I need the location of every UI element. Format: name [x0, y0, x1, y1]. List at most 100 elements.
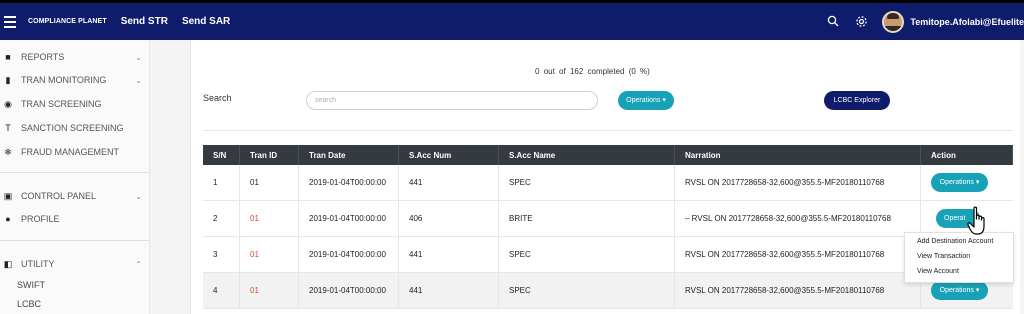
sidebar-item-tran-monitoring[interactable]: ▮ TRAN MONITORING ⌄: [0, 75, 150, 85]
operations-dropdown-menu: Add Destination Account View Transaction…: [904, 232, 1014, 283]
search-icon[interactable]: [826, 15, 840, 29]
transactions-table: S/N Tran ID Tran Date S.Acc Num S.Acc Na…: [203, 145, 1013, 309]
sidebar-item-label: CONTROL PANEL: [21, 191, 97, 201]
cell-narration: RVSL ON 2017728658-32,600@355.5-MF201801…: [675, 273, 921, 308]
out-of-text: out of: [543, 67, 566, 76]
completed-text: completed: [587, 67, 625, 76]
table-header: S/N Tran ID Tran Date S.Acc Num S.Acc Na…: [203, 145, 1013, 165]
header-sn[interactable]: S/N: [203, 145, 240, 165]
snowflake-icon: ❄: [4, 147, 12, 157]
briefcase-icon: ■: [5, 52, 11, 62]
search-label: Search: [203, 93, 232, 103]
sidebar-item-reports[interactable]: ■ REPORTS ⌄: [0, 52, 150, 62]
table-row: 2 01 2019-01-04T00:00:00 406 BRITE – RVS…: [203, 201, 1013, 237]
chart-box-icon: ▣: [3, 191, 13, 201]
sidebar-item-label: TRAN SCREENING: [21, 99, 102, 109]
username[interactable]: Temitope.Afolabi@Efuelite: [910, 17, 1024, 27]
sidebar-item-fraud-management[interactable]: ❄ FRAUD MANAGEMENT: [0, 147, 150, 157]
user-icon: ●: [5, 214, 11, 224]
hand-cursor-icon: [967, 206, 985, 235]
lcbc-explorer-button[interactable]: LCBC Explorer: [824, 91, 890, 110]
menu-item-view-account[interactable]: View Account: [917, 268, 959, 275]
cell-tran-id: 01: [240, 165, 299, 200]
row-operations-button[interactable]: Operations ▾: [931, 281, 988, 300]
operations-button[interactable]: Operations ▾: [618, 91, 674, 110]
cell-acc-name: SPEC: [499, 237, 675, 272]
sidebar-item-label: SANCTION SCREENING: [21, 123, 124, 133]
completed-count: 0: [535, 67, 540, 76]
cell-sn: 4: [203, 273, 240, 308]
sidebar-item-label: FRAUD MANAGEMENT: [21, 147, 120, 157]
hamburger-icon[interactable]: [4, 15, 16, 28]
sidebar-item-sanction-screening[interactable]: T SANCTION SCREENING: [0, 123, 150, 133]
cell-tran-id: 01: [240, 273, 299, 308]
sidebar-item-label: PROFILE: [21, 214, 60, 224]
avatar[interactable]: [882, 10, 905, 33]
top-navbar: COMPLIANCE PLANET Send STR Send SAR Temi…: [0, 0, 1024, 40]
sidebar-divider: [0, 240, 150, 241]
sidebar-subitem-swift[interactable]: SWIFT: [17, 280, 45, 290]
progress-status: 0 out of 162 completed (0 %): [535, 67, 650, 76]
sidebar-subitem-lcbc[interactable]: LCBC: [17, 299, 41, 309]
cell-sn: 1: [203, 165, 240, 200]
sidebar-item-label: TRAN MONITORING: [21, 75, 107, 85]
topbar-right: Temitope.Afolabi@Efuelite: [826, 3, 1024, 40]
completed-percent: (0 %): [628, 67, 650, 76]
brand-logo[interactable]: COMPLIANCE PLANET: [28, 18, 107, 25]
chevron-down-icon: ⌄: [135, 75, 142, 85]
cell-sn: 3: [203, 237, 240, 272]
nav-send-sar[interactable]: Send SAR: [182, 16, 230, 27]
sidebar-item-tran-screening[interactable]: ◉ TRAN SCREENING: [0, 99, 150, 109]
divider: [203, 130, 1013, 131]
table-row: 4 01 2019-01-04T00:00:00 441 SPEC RVSL O…: [203, 273, 1013, 309]
chevron-down-icon: ⌄: [135, 52, 142, 62]
cell-narration: RVSL ON 2017728658-32,600@355.5-MF201801…: [675, 165, 921, 200]
menu-item-add-destination-account[interactable]: Add Destination Account: [917, 238, 993, 245]
columns-icon: ◧: [3, 259, 13, 269]
cell-acc-num: 441: [399, 165, 499, 200]
table-row: 3 01 2019-01-04T00:00:00 441 SPEC RVSL O…: [203, 237, 1013, 273]
nav-send-str[interactable]: Send STR: [121, 16, 168, 27]
cell-acc-name: SPEC: [499, 273, 675, 308]
cell-tran-date: 2019-01-04T00:00:00: [299, 237, 399, 272]
cell-narration: RVSL ON 2017728658-32,600@355.5-MF201801…: [675, 237, 921, 272]
cell-acc-num: 441: [399, 237, 499, 272]
header-tran-id[interactable]: Tran ID: [240, 145, 299, 165]
sidebar-item-label: REPORTS: [21, 52, 65, 62]
gavel-icon: T: [5, 123, 11, 133]
header-tran-date[interactable]: Tran Date: [299, 145, 399, 165]
globe-icon: ◉: [4, 99, 12, 109]
cell-acc-num: 441: [399, 273, 499, 308]
cell-action: Operations ▾: [921, 165, 1013, 200]
chevron-down-icon: ⌄: [135, 191, 142, 201]
header-action: Action: [921, 145, 1013, 165]
cell-tran-date: 2019-01-04T00:00:00: [299, 165, 399, 200]
menu-item-view-transaction[interactable]: View Transaction: [917, 253, 970, 260]
sidebar-item-control-panel[interactable]: ▣ CONTROL PANEL ⌄: [0, 191, 150, 201]
cell-acc-num: 406: [399, 201, 499, 236]
header-acc-num[interactable]: S.Acc Num: [399, 145, 499, 165]
cell-narration: – RVSL ON 2017728658-32,600@355.5-MF2018…: [675, 201, 921, 236]
total-count: 162: [569, 67, 584, 76]
header-acc-name[interactable]: S.Acc Name: [499, 145, 675, 165]
cell-acc-name: BRITE: [499, 201, 675, 236]
cell-sn: 2: [203, 201, 240, 236]
header-narration[interactable]: Narration: [675, 145, 921, 165]
cell-tran-id: 01: [240, 201, 299, 236]
search-input[interactable]: search: [306, 91, 598, 110]
row-operations-button[interactable]: Operations ▾: [931, 173, 988, 192]
chevron-up-icon: ⌃: [135, 259, 142, 269]
sidebar-item-label: UTILITY: [21, 259, 55, 269]
cell-tran-date: 2019-01-04T00:00:00: [299, 273, 399, 308]
main-panel: 0 out of 162 completed (0 %) Search sear…: [190, 40, 1020, 314]
table-row: 1 01 2019-01-04T00:00:00 441 SPEC RVSL O…: [203, 165, 1013, 201]
cell-tran-id: 01: [240, 237, 299, 272]
sidebar-divider: [0, 172, 150, 173]
bar-chart-icon: ▮: [5, 75, 11, 85]
sidebar-item-utility[interactable]: ◧ UTILITY ⌃: [0, 259, 150, 269]
cell-acc-name: SPEC: [499, 165, 675, 200]
sidebar-item-profile[interactable]: ● PROFILE: [0, 214, 150, 224]
cell-tran-date: 2019-01-04T00:00:00: [299, 201, 399, 236]
sidebar: ■ REPORTS ⌄ ▮ TRAN MONITORING ⌄ ◉ TRAN S…: [0, 40, 150, 314]
gear-icon[interactable]: [854, 15, 868, 29]
